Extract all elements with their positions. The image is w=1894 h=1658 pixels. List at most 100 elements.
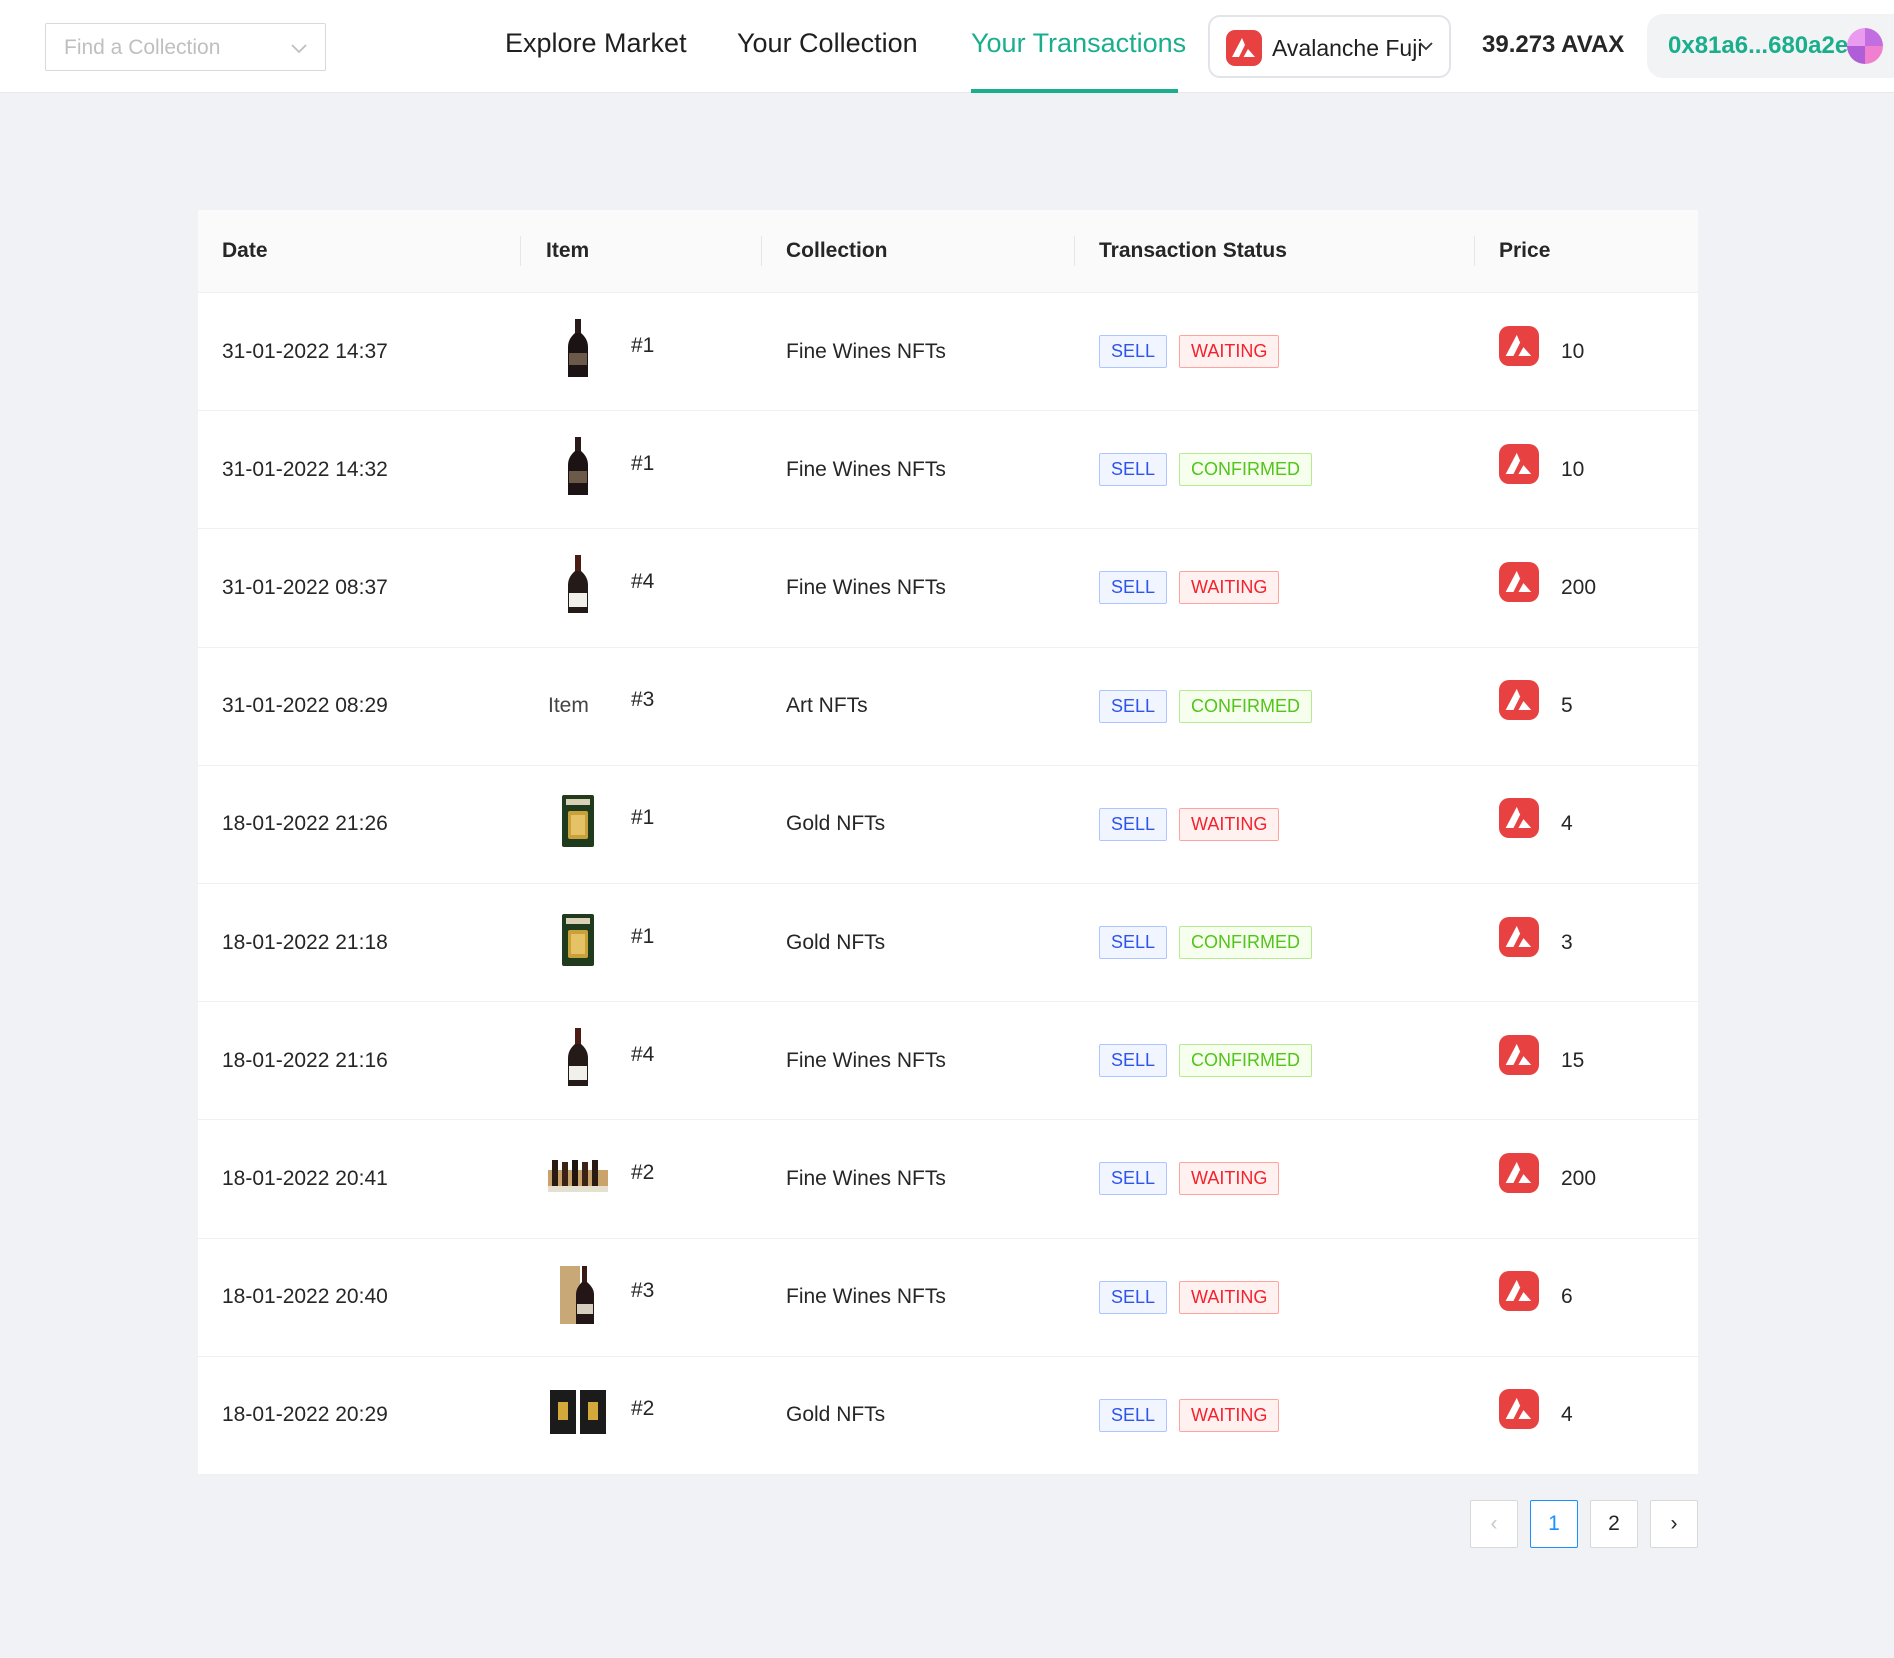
item-number[interactable]: #1	[631, 287, 654, 404]
item-thumbnail[interactable]	[546, 293, 610, 410]
table-row[interactable]: 18-01-2022 21:26 #1 Gold NFTs SELL WAITING 4	[198, 766, 1698, 884]
transaction-status: SELL WAITING	[1099, 1357, 1280, 1474]
status-badge: CONFIRMED	[1179, 453, 1313, 487]
item-number[interactable]: #1	[631, 405, 654, 522]
transaction-type-badge: SELL	[1099, 335, 1168, 369]
nav-your-transactions[interactable]: Your Transactions	[971, 28, 1186, 59]
wallet-address: 0x81a6...680a2e	[1668, 32, 1849, 59]
avalanche-logo-icon	[1499, 287, 1539, 404]
transaction-date: 31-01-2022 08:29	[222, 694, 388, 718]
table-row[interactable]: 31-01-2022 08:37 #4 Fine Wines NFTs SELL WAI…	[198, 529, 1698, 648]
item-number[interactable]: #2	[631, 1114, 654, 1231]
column-divider	[1474, 236, 1475, 266]
transaction-date: 31-01-2022 08:37	[222, 575, 388, 599]
table-row[interactable]: 31-01-2022 08:29 Item #3 Art NFTs SELL CONFIR…	[198, 648, 1698, 766]
transaction-date: 31-01-2022 14:37	[222, 339, 388, 363]
column-header-item: Item	[546, 239, 590, 262]
transaction-date: 31-01-2022 14:32	[222, 457, 388, 481]
item-thumbnail[interactable]: Item	[546, 648, 610, 765]
item-number[interactable]: #4	[631, 996, 654, 1113]
collection-name: Gold NFTs	[786, 930, 886, 954]
nav-explore-market[interactable]: Explore Market	[505, 28, 687, 59]
table-row[interactable]: 31-01-2022 14:32 #1 Fine Wines NFTs SELL CON…	[198, 411, 1698, 530]
transaction-status: SELL CONFIRMED	[1099, 411, 1313, 528]
avatar-icon	[1847, 28, 1883, 64]
avalanche-logo-icon	[1499, 405, 1539, 522]
collection-name: Gold NFTs	[786, 812, 886, 836]
column-divider	[1074, 236, 1075, 266]
transaction-status: SELL WAITING	[1099, 293, 1280, 410]
column-header-collection: Collection	[786, 239, 888, 262]
price-value: 200	[1561, 575, 1597, 599]
table-row[interactable]: 18-01-2022 21:18 #1 Gold NFTs SELL CONFIRMED…	[198, 884, 1698, 1003]
wallet-balance: 39.273 AVAX	[1482, 31, 1625, 58]
table-row[interactable]: 18-01-2022 20:40 #3 Fine Wines NFTs SELL WAI…	[198, 1239, 1698, 1357]
transaction-status: SELL WAITING	[1099, 1120, 1280, 1237]
transaction-type-badge: SELL	[1099, 926, 1168, 960]
item-thumbnail[interactable]	[546, 1002, 610, 1119]
collection-name: Fine Wines NFTs	[786, 1285, 946, 1309]
column-header-date: Date	[222, 239, 268, 262]
status-badge: WAITING	[1179, 335, 1280, 369]
item-thumbnail[interactable]	[546, 1357, 610, 1474]
item-thumbnail[interactable]	[546, 529, 610, 646]
transaction-date: 18-01-2022 21:26	[222, 812, 388, 836]
avalanche-logo-icon	[1226, 30, 1262, 66]
price-value: 3	[1561, 930, 1573, 954]
table-row[interactable]: 18-01-2022 21:16 #4 Fine Wines NFTs SELL CON…	[198, 1002, 1698, 1121]
collection-search-placeholder: Find a Collection	[64, 36, 221, 59]
table-row[interactable]: 18-01-2022 20:29 #2 Gold NFTs SELL WAITING 4	[198, 1357, 1698, 1475]
collection-name: Fine Wines NFTs	[786, 339, 946, 363]
price-value: 10	[1561, 457, 1585, 481]
transaction-date: 18-01-2022 20:29	[222, 1403, 388, 1427]
transaction-type-badge: SELL	[1099, 689, 1168, 723]
chevron-left-icon: ‹	[1490, 1512, 1498, 1535]
item-thumbnail[interactable]	[546, 884, 610, 1001]
table-row[interactable]: 31-01-2022 14:37 #1 Fine Wines NFTs SELL WAI…	[198, 293, 1698, 412]
collection-name: Fine Wines NFTs	[786, 1048, 946, 1072]
transaction-type-badge: SELL	[1099, 1280, 1168, 1314]
transaction-date: 18-01-2022 21:18	[222, 930, 388, 954]
pagination-prev-button[interactable]: ‹	[1470, 1500, 1518, 1548]
price-value: 15	[1561, 1048, 1585, 1072]
item-number[interactable]: #4	[631, 523, 654, 640]
table-header: Date Item Collection Transaction Status …	[198, 210, 1698, 293]
price-value: 4	[1561, 1403, 1573, 1427]
wine-bottle-box-icon	[556, 1262, 600, 1332]
nav-your-collection[interactable]: Your Collection	[737, 28, 918, 59]
item-thumbnail[interactable]	[546, 766, 610, 883]
item-thumbnail[interactable]	[546, 1120, 610, 1237]
gold-boxes-icon	[548, 1388, 608, 1442]
pagination-page-2[interactable]: 2	[1590, 1500, 1638, 1548]
item-thumbnail[interactable]	[546, 411, 610, 528]
chevron-right-icon: ›	[1670, 1512, 1678, 1535]
active-nav-underline	[971, 89, 1178, 93]
transactions-table: Date Item Collection Transaction Status …	[198, 210, 1698, 1475]
item-number[interactable]: #3	[631, 642, 654, 759]
item-number[interactable]: #1	[631, 760, 654, 877]
wine-bottles-row-icon	[546, 1156, 610, 1202]
transaction-date: 18-01-2022 20:40	[222, 1285, 388, 1309]
network-select[interactable]: Avalanche Fuji	[1208, 15, 1451, 78]
transaction-status: SELL WAITING	[1099, 529, 1280, 646]
avalanche-logo-icon	[1499, 1114, 1539, 1231]
wallet-account-button[interactable]: 0x81a6...680a2e	[1647, 14, 1894, 78]
pagination-page-1[interactable]: 1	[1530, 1500, 1578, 1548]
item-number[interactable]: #2	[631, 1351, 654, 1468]
avalanche-logo-icon	[1499, 760, 1539, 877]
gold-bar-icon	[558, 793, 598, 855]
gold-bar-icon	[558, 912, 598, 974]
broken-image-icon: Item	[548, 694, 589, 718]
collection-name: Fine Wines NFTs	[786, 457, 946, 481]
item-number[interactable]: #3	[631, 1233, 654, 1350]
pagination-next-button[interactable]: ›	[1650, 1500, 1698, 1548]
status-badge: CONFIRMED	[1179, 1044, 1313, 1078]
collection-search-select[interactable]: Find a Collection	[45, 23, 326, 71]
status-badge: WAITING	[1179, 1280, 1280, 1314]
table-row[interactable]: 18-01-2022 20:41 #2 Fine Wines NFTs SELL WAI…	[198, 1120, 1698, 1239]
collection-name: Gold NFTs	[786, 1403, 886, 1427]
price-value: 6	[1561, 1285, 1573, 1309]
item-number[interactable]: #1	[631, 878, 654, 995]
item-thumbnail[interactable]	[546, 1239, 610, 1356]
collection-name: Fine Wines NFTs	[786, 575, 946, 599]
